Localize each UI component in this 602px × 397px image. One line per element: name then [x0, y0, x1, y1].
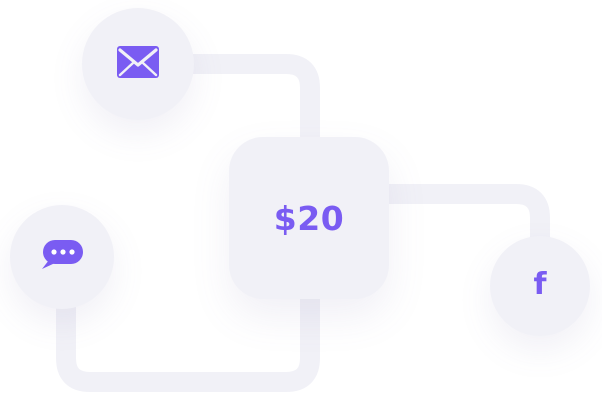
connector-chat-center	[56, 286, 320, 392]
connector-center-facebook	[376, 184, 550, 252]
amount-label: $20	[273, 198, 345, 238]
facebook-node: f	[490, 236, 590, 336]
email-node	[82, 8, 194, 120]
chat-bubble-icon	[37, 238, 87, 276]
center-amount-card: $20	[229, 137, 389, 299]
chat-node	[10, 205, 114, 309]
envelope-icon	[117, 46, 159, 82]
connector-email-center	[170, 54, 320, 150]
facebook-icon: f	[533, 266, 547, 302]
